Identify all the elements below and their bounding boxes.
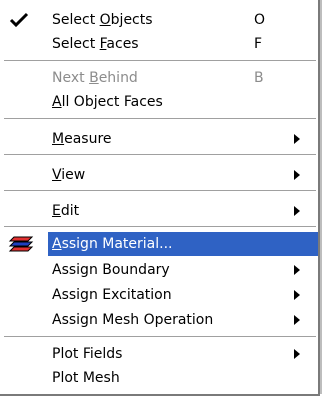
menu-item-select-faces[interactable]: Select Faces F bbox=[0, 32, 318, 56]
menu-item-label: Assign Excitation bbox=[52, 287, 172, 303]
shortcut-key: B bbox=[254, 70, 264, 86]
menu-item-label: View bbox=[52, 167, 86, 183]
shortcut-key: O bbox=[254, 12, 266, 28]
menu-item-assign-excitation[interactable]: Assign Excitation bbox=[0, 283, 318, 307]
menu-separator bbox=[4, 60, 316, 62]
menu-item-label: Next Behind bbox=[52, 70, 138, 86]
menu-item-next-behind: Next Behind B bbox=[0, 66, 318, 90]
menu-item-label: Plot Fields bbox=[52, 346, 123, 362]
menu-item-label: Assign Boundary bbox=[52, 262, 170, 278]
menu-item-label: Assign Mesh Operation bbox=[52, 312, 214, 328]
submenu-arrow-icon bbox=[294, 290, 300, 300]
menu-separator bbox=[4, 226, 316, 228]
menu-item-label: Select Faces bbox=[52, 36, 139, 52]
menu-item-label: All Object Faces bbox=[52, 94, 163, 110]
menu-item-plot-mesh[interactable]: Plot Mesh bbox=[0, 366, 318, 390]
menu-item-assign-mesh-operation[interactable]: Assign Mesh Operation bbox=[0, 308, 318, 332]
submenu-arrow-icon bbox=[294, 170, 300, 180]
submenu-arrow-icon bbox=[294, 134, 300, 144]
assign-material-icon bbox=[8, 235, 34, 253]
menu-item-all-object-faces[interactable]: All Object Faces bbox=[0, 90, 318, 114]
menu-item-plot-fields[interactable]: Plot Fields bbox=[0, 342, 318, 366]
shortcut-key: F bbox=[254, 36, 263, 52]
submenu-arrow-icon bbox=[294, 265, 300, 275]
menu-item-assign-material[interactable]: Assign Material... bbox=[0, 232, 318, 256]
menu-separator bbox=[4, 190, 316, 192]
submenu-arrow-icon bbox=[294, 315, 300, 325]
menu-item-select-objects[interactable]: Select Objects O bbox=[0, 8, 318, 32]
menu-item-label: Plot Mesh bbox=[52, 370, 120, 386]
submenu-arrow-icon bbox=[294, 206, 300, 216]
menu-item-label: Assign Material... bbox=[52, 236, 173, 252]
checkmark-icon bbox=[8, 11, 30, 29]
menu-item-measure[interactable]: Measure bbox=[0, 127, 318, 151]
menu-item-label: Measure bbox=[52, 131, 112, 147]
submenu-arrow-icon bbox=[294, 349, 300, 359]
menu-separator bbox=[4, 154, 316, 156]
menu-item-label: Select Objects bbox=[52, 12, 153, 28]
menu-item-view[interactable]: View bbox=[0, 163, 318, 187]
menu-item-edit[interactable]: Edit bbox=[0, 199, 318, 223]
menu-item-label: Edit bbox=[52, 203, 80, 219]
menu-separator bbox=[4, 336, 316, 338]
menu-item-assign-boundary[interactable]: Assign Boundary bbox=[0, 258, 318, 282]
context-menu: Select Objects O Select Faces F Next Beh… bbox=[0, 0, 322, 396]
menu-separator bbox=[4, 118, 316, 120]
